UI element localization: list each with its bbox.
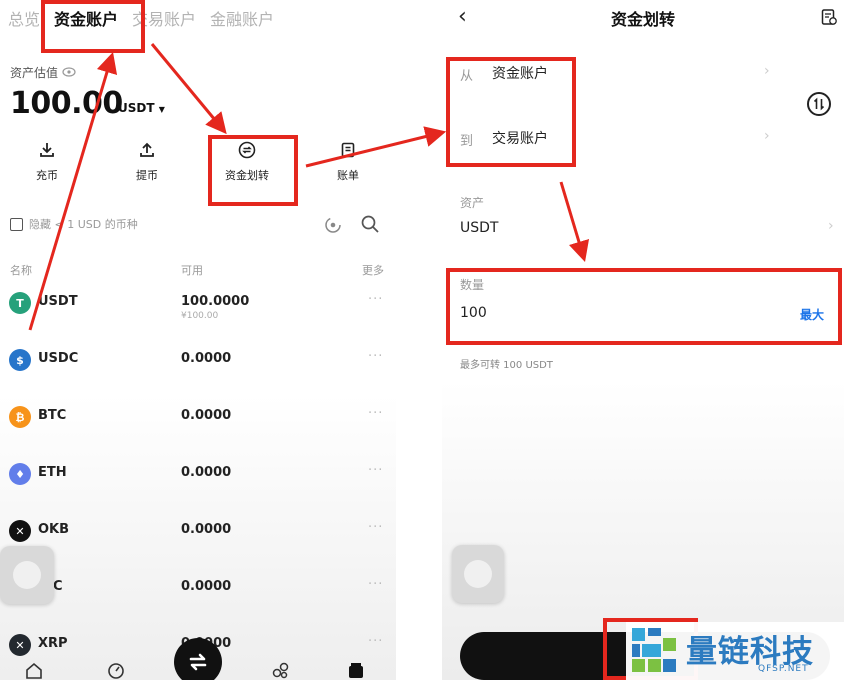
chevron-right-icon: › — [828, 218, 834, 234]
asset-symbol: USDC — [38, 351, 79, 366]
asset-symbol: USDT — [38, 294, 78, 309]
history-icon[interactable] — [820, 8, 838, 26]
asset-label: 资产 — [460, 196, 485, 210]
transfer-icon — [238, 141, 256, 159]
transfer-screen: ‹ 资金划转 从 资金账户 › 到 交易账户 › 资产 USDT › 数量 10… — [442, 0, 844, 680]
home-icon[interactable] — [24, 660, 44, 680]
asset-row[interactable]: $ USDC 0.0000 ··· — [0, 341, 396, 381]
withdraw-label: 提币 — [136, 169, 158, 182]
account-tabs: 总览 资金账户 交易账户 金融账户 — [8, 6, 274, 30]
asset-row[interactable]: ♦ ETH 0.0000 ··· — [0, 455, 396, 495]
tab-funding-account[interactable]: 资金账户 — [54, 6, 118, 30]
asset-available-amount: 0.0000 — [181, 465, 232, 480]
deposit-label: 充币 — [36, 169, 58, 182]
swap-vertical-icon — [813, 97, 825, 111]
asset-symbol: BTC — [38, 408, 67, 423]
transfer-label: 资金划转 — [225, 169, 269, 182]
caret-down-icon: ▼ — [158, 105, 165, 114]
eye-icon[interactable] — [62, 66, 76, 80]
hide-small-balances-row[interactable]: 隐藏 < 1 USD 的币种 — [10, 216, 138, 232]
swap-direction-button[interactable] — [807, 92, 831, 116]
more-options-icon[interactable]: ··· — [368, 577, 383, 592]
watermark: 量链科技 QFSP.NET — [626, 622, 844, 680]
floating-assistive-button[interactable] — [452, 545, 504, 603]
markets-icon[interactable] — [106, 660, 126, 680]
watermark-domain: QFSP.NET — [758, 664, 809, 674]
tab-overview[interactable]: 总览 — [8, 6, 40, 30]
asset-row[interactable]: ŁLTC0.0000··· — [0, 569, 396, 609]
available-text: 最多可转 100 USDT — [460, 360, 553, 371]
asset-available-amount: 0.0000 — [181, 408, 232, 423]
asset-row[interactable]: ✕ OKB 0.0000 ··· — [0, 512, 396, 552]
floating-button-dot — [464, 560, 492, 588]
eth-coin-icon: ♦ — [9, 463, 31, 485]
asset-symbol: OKB — [38, 522, 70, 537]
swap-icon — [189, 653, 207, 671]
max-button[interactable]: 最大 — [800, 306, 824, 323]
asset-available-amount: 0.0000 — [181, 522, 232, 537]
hide-small-label: 隐藏 < 1 USD 的币种 — [29, 218, 138, 231]
trade-swap-button[interactable] — [174, 638, 222, 680]
balance-unit-text: USDT — [118, 101, 155, 115]
from-label: 从 — [460, 69, 474, 84]
bottom-nav — [0, 630, 396, 680]
deposit-icon — [40, 143, 54, 157]
from-account-value[interactable]: 资金账户 — [492, 63, 548, 83]
asset-estimate-text: 资产估值 — [10, 66, 59, 80]
asset-selector[interactable]: USDT — [460, 220, 498, 236]
more-options-icon[interactable]: ··· — [368, 463, 383, 478]
btc-coin-icon: ₿ — [9, 406, 31, 428]
column-name-header: 名称 — [10, 264, 32, 277]
to-label: 到 — [460, 134, 474, 149]
chevron-right-icon: › — [764, 63, 770, 79]
asset-row[interactable]: ₿ BTC 0.0000 ··· — [0, 398, 396, 438]
more-options-icon[interactable]: ··· — [368, 406, 383, 421]
bill-button[interactable]: 账单 — [312, 140, 384, 183]
more-options-icon[interactable]: ··· — [368, 292, 383, 307]
more-options-icon[interactable]: ··· — [368, 520, 383, 535]
amount-label: 数量 — [460, 278, 485, 292]
tab-financial-account[interactable]: 金融账户 — [210, 6, 274, 30]
tab-trading-account[interactable]: 交易账户 — [132, 6, 196, 30]
floating-button-dot — [13, 561, 41, 589]
balance-unit-selector[interactable]: USDT ▼ — [118, 101, 165, 115]
transfer-button[interactable]: 资金划转 — [211, 140, 283, 183]
asset-estimate-label: 资产估值 — [10, 64, 76, 81]
floating-assistive-button[interactable] — [0, 546, 54, 604]
chevron-right-icon: › — [764, 128, 770, 144]
balance-amount: 100.00 — [10, 86, 123, 121]
asset-symbol: ETH — [38, 465, 67, 480]
qfsp-logo-icon — [632, 628, 676, 672]
asset-fiat-value: ¥100.00 — [181, 311, 219, 321]
bill-icon — [341, 142, 355, 158]
usdc-coin-icon: $ — [9, 349, 31, 371]
to-account-value[interactable]: 交易账户 — [492, 128, 548, 148]
page-title: 资金划转 — [610, 10, 675, 29]
discover-icon[interactable] — [270, 660, 290, 680]
withdraw-button[interactable]: 提币 — [111, 140, 183, 183]
column-available-header: 可用 — [181, 264, 203, 277]
funding-account-screen: 总览 资金账户 交易账户 金融账户 资产估值 100.00 USDT ▼ 充币 … — [0, 0, 396, 680]
search-icon[interactable] — [360, 214, 380, 234]
deposit-button[interactable]: 充币 — [11, 140, 83, 183]
asset-row[interactable]: T USDT 100.0000 ¥100.00 ··· — [0, 284, 396, 324]
wallet-icon[interactable] — [346, 660, 366, 680]
asset-available-amount: 100.0000 — [181, 294, 250, 309]
asset-available-amount: 0.0000 — [181, 351, 232, 366]
more-options-icon[interactable]: ··· — [368, 349, 383, 364]
hide-small-checkbox[interactable] — [10, 217, 23, 231]
usdt-coin-icon: T — [9, 292, 31, 314]
settings-filter-icon[interactable] — [322, 214, 344, 236]
okb-coin-icon: ✕ — [9, 520, 31, 542]
amount-input[interactable]: 100 — [460, 305, 487, 321]
bill-label: 账单 — [337, 169, 359, 182]
asset-available-amount: 0.0000 — [181, 579, 232, 594]
withdraw-icon — [140, 142, 154, 157]
column-more-header: 更多 — [362, 264, 384, 277]
